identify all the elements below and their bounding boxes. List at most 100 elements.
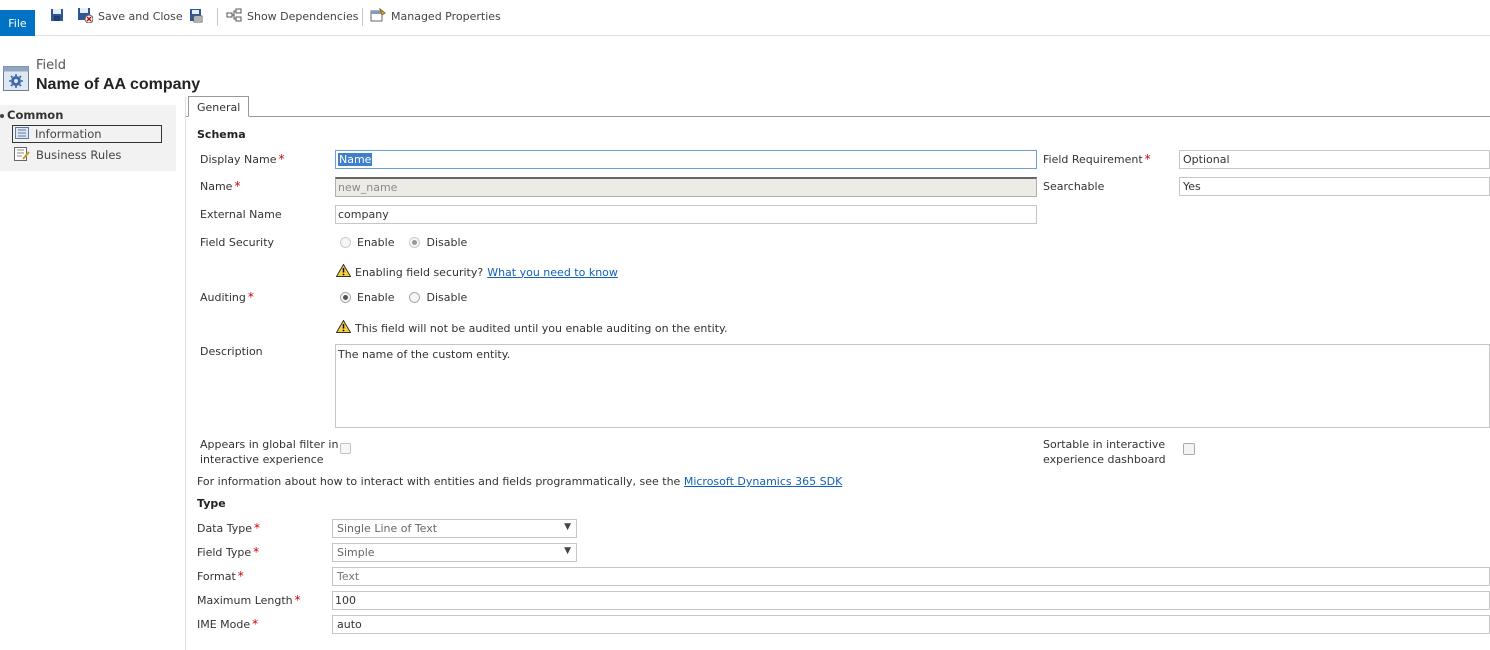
- required-asterisk: *: [234, 179, 241, 193]
- save-icon: [50, 8, 64, 25]
- sortable-label-line1: Sortable in interactive: [1043, 438, 1166, 451]
- auditing-disable-radio[interactable]: [409, 292, 421, 303]
- nav-item-business-rules[interactable]: Business Rules: [12, 146, 162, 164]
- required-asterisk: *: [237, 569, 244, 583]
- nav-group-common[interactable]: Common: [0, 108, 63, 122]
- sortable-label-line2: experience dashboard: [1043, 453, 1166, 466]
- managed-properties-label: Managed Properties: [391, 9, 501, 23]
- radio-label: Disable: [426, 236, 468, 249]
- dropdown-arrow-icon: ▼: [564, 546, 571, 556]
- radio-label: Disable: [426, 291, 468, 304]
- sortable-label: Sortable in interactive experience dashb…: [1043, 437, 1166, 467]
- display-name-label: Display Name *: [200, 152, 285, 166]
- managed-properties-button[interactable]: Managed Properties: [370, 6, 501, 26]
- global-filter-label: Appears in global filter in interactive …: [200, 437, 338, 467]
- data-type-label-text: Data Type: [197, 522, 253, 535]
- publish-button[interactable]: [188, 6, 204, 26]
- field-settings-icon: [3, 66, 29, 91]
- section-title-type: Type: [197, 497, 226, 510]
- required-asterisk: *: [254, 521, 261, 535]
- display-name-input[interactable]: Name: [335, 150, 1037, 169]
- field-requirement-select[interactable]: Optional: [1179, 150, 1490, 169]
- global-filter-label-line1: Appears in global filter in: [200, 438, 339, 451]
- format-label-text: Format: [197, 570, 236, 583]
- ribbon-toolbar: [0, 0, 1490, 36]
- field-security-enable-radio[interactable]: [340, 237, 351, 248]
- name-label: Name *: [200, 179, 240, 193]
- warning-icon: [335, 319, 352, 336]
- nav-item-label: Business Rules: [36, 148, 122, 162]
- file-button[interactable]: File: [0, 10, 35, 36]
- field-security-label: Field Security: [200, 236, 275, 249]
- field-requirement-label-text: Field Requirement: [1043, 153, 1143, 166]
- save-and-close-button[interactable]: Save and Close: [77, 6, 183, 26]
- warning-text: This field will not be audited until you…: [355, 321, 728, 335]
- maximum-length-label: Maximum Length *: [197, 593, 301, 607]
- information-icon: [15, 126, 29, 142]
- save-and-close-label: Save and Close: [98, 9, 183, 23]
- data-type-value: Single Line of Text: [337, 522, 438, 535]
- sortable-checkbox[interactable]: [1183, 443, 1195, 455]
- what-you-need-to-know-link[interactable]: What you need to know: [487, 266, 618, 279]
- searchable-select[interactable]: Yes: [1179, 177, 1490, 196]
- auditing-label-text: Auditing: [200, 291, 246, 304]
- publish-icon: [188, 7, 204, 26]
- global-filter-checkbox[interactable]: [340, 443, 351, 454]
- save-button[interactable]: [50, 6, 64, 26]
- ime-mode-label-text: IME Mode: [197, 618, 251, 631]
- required-asterisk: *: [252, 617, 259, 631]
- field-type-value: Simple: [337, 546, 375, 559]
- dropdown-arrow-icon: ▼: [564, 522, 571, 532]
- tab-general[interactable]: General: [188, 96, 250, 117]
- external-name-input[interactable]: company: [335, 205, 1037, 224]
- tab-strip-line: [186, 116, 1490, 117]
- searchable-label: Searchable: [1043, 180, 1105, 193]
- nav-item-information[interactable]: Information: [12, 125, 162, 143]
- field-security-warning: Enabling field security? What you need t…: [335, 263, 618, 280]
- global-filter-label-line2: interactive experience: [200, 453, 324, 466]
- maximum-length-input[interactable]: 100: [332, 591, 1490, 610]
- ime-mode-label: IME Mode *: [197, 617, 258, 631]
- section-title-schema: Schema: [197, 128, 246, 141]
- external-name-label: External Name: [200, 208, 282, 221]
- required-asterisk: *: [1144, 152, 1151, 166]
- name-label-text: Name: [200, 180, 233, 193]
- data-type-label: Data Type *: [197, 521, 260, 535]
- dependencies-icon: [226, 8, 242, 25]
- sdk-link[interactable]: Microsoft Dynamics 365 SDK: [684, 475, 842, 488]
- field-type-select[interactable]: Simple ▼: [332, 543, 577, 562]
- field-security-radio-group: Enable Disable: [340, 236, 467, 249]
- warning-text: Enabling field security?: [355, 265, 484, 279]
- format-label: Format *: [197, 569, 244, 583]
- display-name-value: Name: [338, 153, 373, 166]
- description-textarea[interactable]: The name of the custom entity.: [335, 344, 1490, 428]
- display-name-label-text: Display Name: [200, 153, 277, 166]
- required-asterisk: *: [247, 290, 254, 304]
- radio-label: Enable: [357, 236, 395, 249]
- auditing-radio-group: Enable Disable: [340, 291, 467, 304]
- nav-group-label: Common: [7, 108, 64, 122]
- show-dependencies-button[interactable]: Show Dependencies: [226, 6, 358, 26]
- sdk-info-text: For information about how to interact wi…: [197, 475, 842, 488]
- description-label: Description: [200, 345, 263, 358]
- data-type-select[interactable]: Single Line of Text ▼: [332, 519, 577, 538]
- field-type-label: Field Type *: [197, 545, 259, 559]
- content-divider: [185, 97, 186, 650]
- save-close-icon: [77, 7, 94, 26]
- format-select[interactable]: Text: [332, 567, 1490, 586]
- managed-properties-icon: [370, 7, 386, 25]
- toolbar-separator: [362, 8, 363, 26]
- field-security-disable-radio[interactable]: [409, 237, 421, 248]
- show-dependencies-label: Show Dependencies: [247, 9, 359, 23]
- page-title: Name of AA company: [36, 76, 201, 93]
- auditing-enable-radio[interactable]: [340, 292, 351, 303]
- radio-label: Enable: [357, 291, 395, 304]
- auditing-label: Auditing *: [200, 290, 254, 304]
- nav-item-label: Information: [35, 127, 102, 141]
- required-asterisk: *: [278, 152, 285, 166]
- name-input: new_name: [335, 177, 1037, 197]
- required-asterisk: *: [253, 545, 260, 559]
- required-asterisk: *: [294, 593, 301, 607]
- field-type-label-text: Field Type: [197, 546, 252, 559]
- ime-mode-select[interactable]: auto: [332, 615, 1490, 634]
